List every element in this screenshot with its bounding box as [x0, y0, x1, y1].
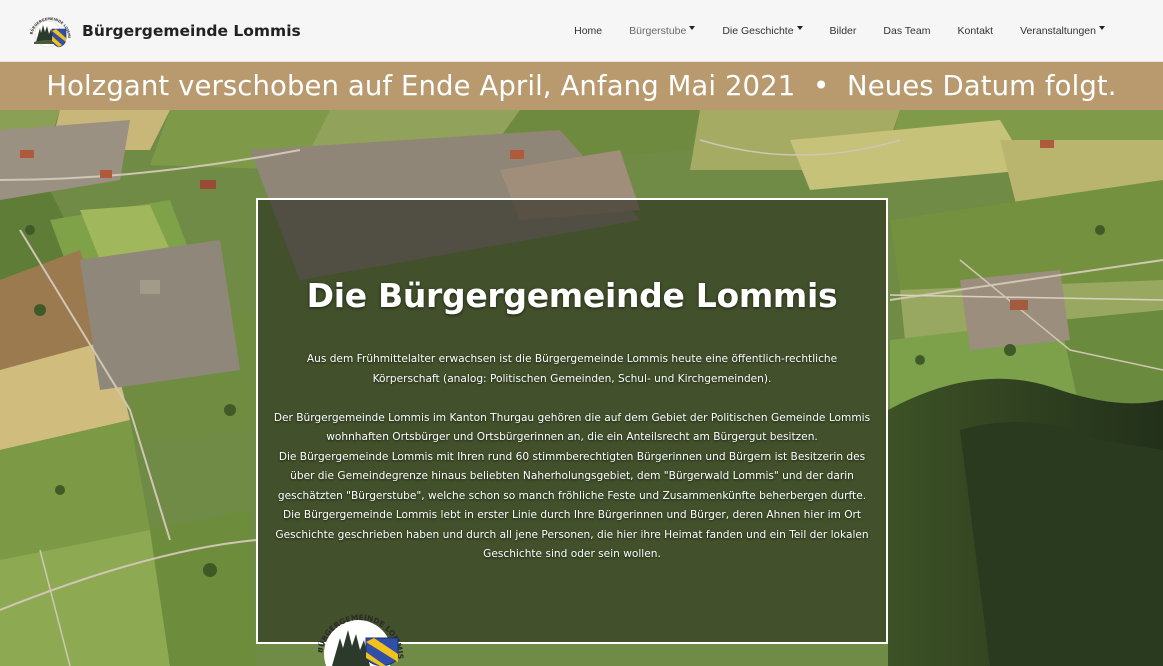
announcement-banner: Holzgant verschoben auf Ende April, Anfa… — [0, 62, 1163, 110]
nav-item-buergerstube[interactable]: Bürgerstube — [629, 25, 696, 37]
navbar: BÜRGERGEMEINDE LOMMIS Bürgergemeinde Lom… — [0, 0, 1163, 62]
brand-name: Bürgergemeinde Lommis — [82, 21, 301, 40]
nav-item-bilder[interactable]: Bilder — [830, 25, 857, 37]
caret-down-icon — [796, 26, 803, 30]
intro-paragraph-3: Die Bürgergemeinde Lommis mit Ihren rund… — [277, 450, 867, 502]
nav-item-das-team[interactable]: Das Team — [883, 25, 930, 37]
nav-item-die-geschichte[interactable]: Die Geschichte — [722, 25, 803, 37]
page-title: Die Bürgergemeinde Lommis — [306, 276, 838, 315]
caret-down-icon — [689, 26, 696, 30]
nav-item-home[interactable]: Home — [574, 25, 602, 37]
lommis-crest-icon: BÜRGERGEMEINDE LOMMIS — [318, 613, 404, 666]
intro-paragraph-1: Aus dem Frühmittelalter erwachsen ist di… — [306, 353, 838, 385]
nav-item-kontakt[interactable]: Kontakt — [957, 25, 993, 37]
nav-item-label: Bürgerstube — [629, 25, 687, 37]
intro-paragraph-4: Die Bürgergemeinde Lommis lebt in erster… — [275, 509, 869, 560]
nav-menu: Home Bürgerstube Die Geschichte Bilder D… — [547, 0, 1105, 62]
nav-item-label: Die Geschichte — [722, 25, 794, 37]
brand-link[interactable]: BÜRGERGEMEINDE LOMMIS Bürgergemeinde Lom… — [26, 14, 301, 48]
nav-item-label: Kontakt — [957, 25, 994, 37]
nav-item-label: Veranstaltungen — [1020, 25, 1096, 37]
hero-section: Die Bürgergemeinde Lommis Aus dem Frühmi… — [0, 110, 1163, 666]
nav-item-label: Das Team — [883, 25, 931, 37]
intro-content-box: Die Bürgergemeinde Lommis Aus dem Frühmi… — [256, 198, 888, 644]
nav-item-veranstaltungen[interactable]: Veranstaltungen — [1020, 25, 1105, 37]
nav-item-label: Home — [574, 25, 603, 37]
lommis-crest-icon: BÜRGERGEMEINDE LOMMIS — [26, 14, 71, 47]
nav-item-label: Bilder — [829, 25, 857, 37]
intro-paragraph-2: Der Bürgergemeinde Lommis im Kanton Thur… — [273, 411, 871, 444]
caret-down-icon — [1099, 26, 1105, 30]
announcement-text: Holzgant verschoben auf Ende April, Anfa… — [46, 70, 1117, 102]
intro-text: Aus dem Frühmittelalter erwachsen ist di… — [272, 350, 872, 565]
